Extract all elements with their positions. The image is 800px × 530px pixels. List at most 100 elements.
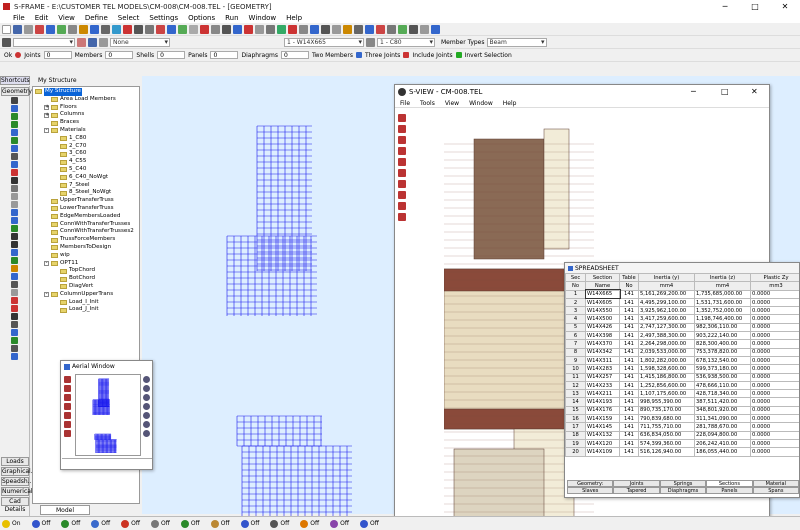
geometry-tool-26-icon[interactable]: [11, 297, 18, 304]
table-cell[interactable]: 0.0000: [750, 422, 799, 432]
toolbar-tool-36-icon[interactable]: [387, 24, 396, 34]
toolbar-tool-25-icon[interactable]: [266, 24, 275, 34]
sview-tool-6-icon[interactable]: [398, 169, 406, 177]
sview-maximize-button[interactable]: □: [721, 87, 729, 96]
tree-item[interactable]: UpperTransferTruss: [33, 197, 139, 205]
tree-item[interactable]: 8_Steel_NoWgt: [33, 189, 139, 197]
zoom-4-icon[interactable]: [142, 403, 150, 410]
table-cell[interactable]: W14X159: [585, 414, 620, 424]
my-structure-tab[interactable]: My Structure: [38, 76, 118, 85]
table-cell[interactable]: 141: [619, 380, 639, 391]
table-cell[interactable]: W14X176: [585, 405, 620, 416]
table-cell[interactable]: 0.0000: [750, 414, 799, 424]
column-header[interactable]: Inertia (y): [638, 272, 695, 283]
color-icon[interactable]: [77, 37, 86, 47]
toolbar-tool-10-icon[interactable]: [101, 24, 110, 34]
sview-menu-file[interactable]: File: [395, 99, 415, 107]
table-cell[interactable]: 0.0000: [750, 397, 799, 407]
status-toggle[interactable]: Off: [210, 519, 238, 528]
tree-expander-icon[interactable]: +: [44, 104, 49, 110]
table-cell[interactable]: 141: [619, 306, 639, 316]
table-cell[interactable]: 1,531,731,600.00: [694, 297, 751, 308]
table-cell[interactable]: 998,955,390.00: [638, 397, 695, 407]
menu-run[interactable]: Run: [220, 13, 243, 23]
table-cell[interactable]: 0.0000: [750, 447, 799, 457]
table-cell[interactable]: 141: [619, 331, 639, 341]
table-cell[interactable]: 6: [565, 331, 586, 341]
menu-window[interactable]: Window: [244, 13, 282, 23]
table-cell[interactable]: 599,373,180.00: [694, 364, 751, 374]
tree-item[interactable]: TrussForceMembers: [33, 236, 139, 244]
table-cell[interactable]: 20: [565, 447, 586, 457]
table-cell[interactable]: 0.0000: [750, 331, 799, 341]
table-row[interactable]: 4 W14X500 141 3,417,259,600.00 1,198,746,400…: [565, 314, 799, 324]
table-cell[interactable]: 0.0000: [750, 380, 799, 391]
toolbar-tool-12-icon[interactable]: [123, 24, 132, 34]
aerial-tool-3-icon[interactable]: [63, 394, 71, 401]
table-cell[interactable]: 574,399,360.00: [638, 438, 695, 449]
table-cell[interactable]: 678,132,540.00: [694, 355, 751, 366]
sheet-tab[interactable]: Tapered: [613, 487, 660, 494]
include-joints-button[interactable]: Include Joints: [412, 52, 452, 59]
table-cell[interactable]: 141: [619, 430, 639, 440]
toolbar-tool-30-icon[interactable]: [321, 24, 330, 34]
column-header[interactable]: Section: [585, 272, 620, 283]
table-cell[interactable]: 311,341,090.00: [694, 414, 751, 424]
tree-item[interactable]: Load_J_Init: [33, 306, 139, 314]
tree-item[interactable]: 7_Steel: [33, 182, 139, 190]
status-toggle[interactable]: Off: [121, 519, 148, 528]
geometry-tool-24-icon[interactable]: [11, 281, 18, 288]
sview-tool-8-icon[interactable]: [398, 191, 406, 199]
tree-item[interactable]: LowerTransferTruss: [33, 205, 139, 213]
material-icon[interactable]: [366, 37, 375, 47]
ok-button[interactable]: Ok: [4, 52, 12, 59]
tree-item[interactable]: 3_C60: [33, 150, 139, 158]
geometry-tool-31-icon[interactable]: [11, 337, 18, 344]
table-row[interactable]: 18 W14X132 141 636,834,050.00 228,094,800.00…: [565, 430, 799, 440]
table-row[interactable]: 6 W14X398 141 2,497,388,300.00 903,222,140.0…: [565, 331, 799, 341]
sheet-tab[interactable]: Panels: [706, 487, 753, 494]
view-dropdown[interactable]: [13, 37, 75, 47]
menu-help[interactable]: Help: [281, 13, 307, 23]
tree-item[interactable]: My Structure: [33, 88, 139, 96]
toolbar-tool-24-icon[interactable]: [255, 24, 264, 34]
sheet-tab[interactable]: Joints: [613, 480, 660, 487]
table-cell[interactable]: 206,242,410.00: [694, 438, 751, 449]
table-cell[interactable]: W14X370: [585, 339, 620, 349]
status-toggle[interactable]: Off: [61, 519, 88, 528]
tree-expander-icon[interactable]: -: [44, 128, 49, 134]
table-cell[interactable]: 387,511,420.00: [694, 397, 751, 407]
geometry-tool-6-icon[interactable]: [11, 137, 18, 144]
table-cell[interactable]: 141: [619, 322, 639, 333]
tree-item[interactable]: + Columns: [33, 111, 139, 119]
sheet-tab[interactable]: Slaves: [567, 487, 614, 494]
table-cell[interactable]: W14X132: [585, 430, 620, 440]
tree-item[interactable]: Load_I_Init: [33, 299, 139, 307]
maximize-button[interactable]: □: [740, 0, 770, 13]
sview-menu-tools[interactable]: Tools: [415, 99, 440, 107]
table-cell[interactable]: W14X120: [585, 438, 620, 449]
table-cell[interactable]: 0.0000: [750, 289, 799, 299]
table-cell[interactable]: 19: [565, 438, 586, 449]
table-row[interactable]: 20 W14X109 141 516,126,940.00 186,055,440.00…: [565, 447, 799, 457]
table-cell[interactable]: 1,802,282,000.00: [638, 355, 695, 366]
status-toggle[interactable]: On: [2, 519, 29, 528]
status-toggle[interactable]: Off: [359, 519, 387, 528]
table-row[interactable]: 13 W14X211 141 1,107,175,600.00 428,718,340.…: [565, 389, 799, 399]
toolbar-tool-5-icon[interactable]: [46, 24, 55, 34]
material-dropdown[interactable]: 1 - C80: [377, 37, 435, 47]
table-cell[interactable]: 14: [565, 397, 586, 407]
table-cell[interactable]: 141: [619, 364, 639, 374]
geometry-tool-23-icon[interactable]: [11, 273, 18, 280]
geometry-tool-21-icon[interactable]: [11, 257, 18, 264]
member-types-dropdown[interactable]: Beam: [486, 37, 547, 47]
table-cell[interactable]: 2: [565, 297, 586, 308]
table-cell[interactable]: 141: [619, 414, 639, 424]
status-toggle[interactable]: Off: [240, 519, 268, 528]
table-cell[interactable]: 5,161,269,200.00: [638, 289, 695, 299]
table-cell[interactable]: 141: [619, 355, 639, 366]
toolbar-tool-18-icon[interactable]: [189, 24, 198, 34]
sheet-tab[interactable]: Diaphragms: [659, 487, 707, 494]
tree-item[interactable]: MembersToDesign: [33, 244, 139, 252]
table-cell[interactable]: 18: [565, 430, 586, 440]
